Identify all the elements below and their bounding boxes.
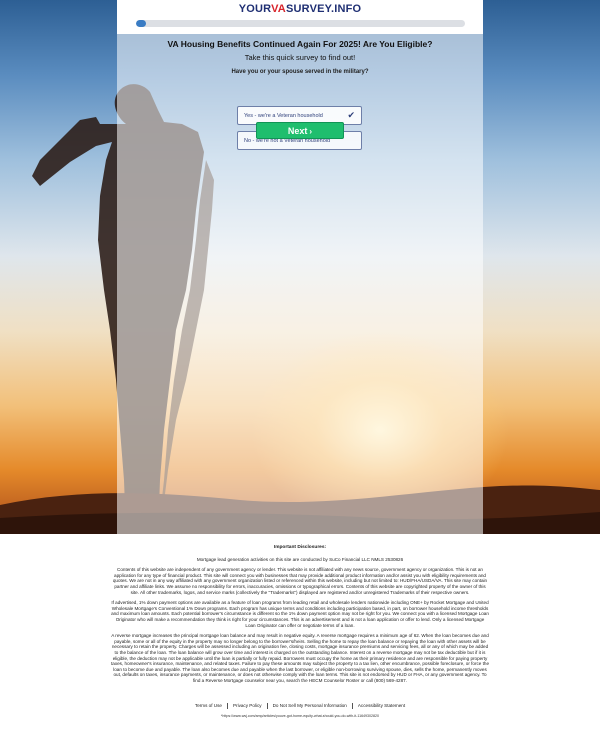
disclosures-title: Important Disclosures: — [273, 545, 327, 550]
privacy-policy-link[interactable]: Privacy Policy — [233, 703, 262, 708]
logo-part-survey: SURVEY.INFO — [285, 3, 362, 15]
survey-headline: VA Housing Benefits Continued Again For … — [167, 39, 433, 49]
important-disclosures: Important Disclosures: Mortgage lead gen… — [110, 545, 490, 688]
survey-content: VA Housing Benefits Continued Again For … — [117, 34, 483, 150]
survey-panel — [117, 0, 483, 534]
survey-question: Have you or your spouse served in the mi… — [231, 69, 369, 75]
option-yes-label: Yes - we're a Veteran household — [244, 113, 323, 119]
next-button[interactable]: Next › — [256, 122, 344, 139]
checkmark-icon: ✔ — [347, 110, 355, 120]
footnote-source: *https://www.wsj.com/amp/articles/youve-… — [220, 714, 380, 718]
survey-subhead: Take this quick survey to find out! — [244, 53, 356, 62]
logo-part-your: YOUR — [238, 3, 272, 15]
do-not-sell-link[interactable]: Do Not Sell My Personal Information — [273, 703, 347, 708]
terms-of-use-link[interactable]: Terms of Use — [195, 703, 222, 708]
disclosure-reverse-mortgage: A reverse mortgage increases the princip… — [110, 633, 490, 683]
logo-part-va: VA — [271, 3, 286, 15]
disclosure-independence: Contents of this website are independent… — [112, 567, 488, 595]
progress-bar — [136, 20, 465, 27]
chevron-right-icon: › — [309, 127, 313, 136]
progress-fill — [136, 20, 146, 27]
site-logo[interactable]: YOURVASURVEY.INFO — [117, 3, 483, 15]
disclosure-down-payment: If advertised, 1% down payment options a… — [111, 600, 489, 628]
next-button-label: Next — [287, 126, 308, 136]
divider — [266, 703, 268, 709]
footer-links: Terms of Use Privacy Policy Do Not Sell My… — [160, 703, 440, 709]
divider — [351, 703, 353, 709]
disclosure-nmls: Mortgage lead generation activities on t… — [196, 556, 404, 562]
divider — [226, 703, 228, 709]
accessibility-link[interactable]: Accessibility Statement — [358, 703, 405, 708]
